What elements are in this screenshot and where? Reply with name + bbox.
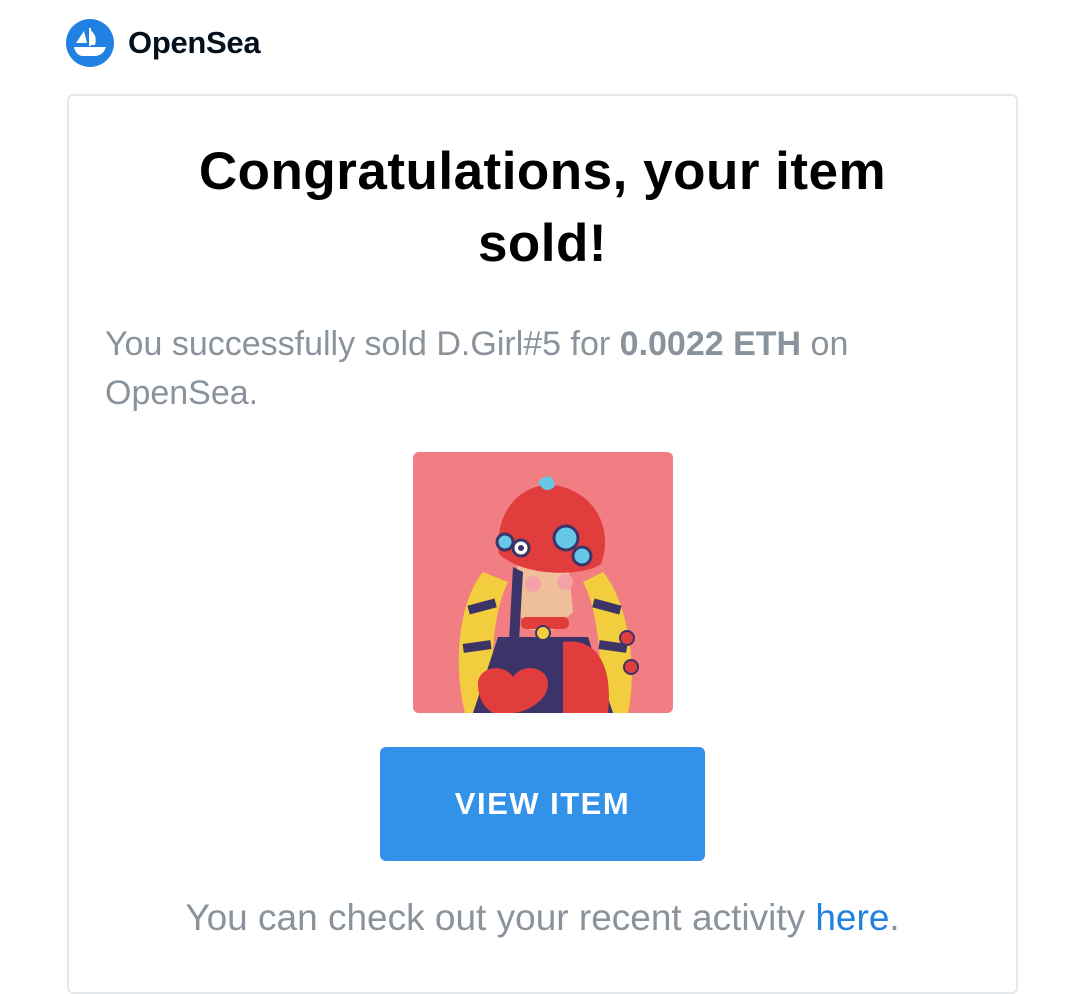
- opensea-ship-icon: [74, 28, 106, 56]
- nft-image[interactable]: [413, 452, 673, 713]
- item-name: D.Girl#5: [436, 325, 562, 363]
- footer-text: You can check out your recent activity h…: [69, 894, 1016, 942]
- sale-message: You successfully sold D.Girl#5 for 0.002…: [105, 320, 985, 418]
- header: OpenSea: [66, 19, 261, 67]
- footer-suffix: .: [889, 897, 900, 938]
- message-prefix: You successfully sold: [105, 325, 437, 363]
- here-link[interactable]: here: [815, 897, 889, 938]
- brand-name: OpenSea: [128, 25, 261, 60]
- message-middle: for: [561, 325, 620, 363]
- email-card: Congratulations, your item sold! You suc…: [67, 94, 1018, 994]
- page-title: Congratulations, your item sold!: [198, 142, 887, 273]
- sale-price: 0.0022 ETH: [619, 325, 802, 363]
- opensea-logo[interactable]: [66, 19, 114, 67]
- view-item-button[interactable]: VIEW ITEM: [380, 747, 705, 861]
- footer-prefix: You can check out your recent activity: [185, 897, 816, 938]
- nft-artwork-icon: [413, 452, 673, 713]
